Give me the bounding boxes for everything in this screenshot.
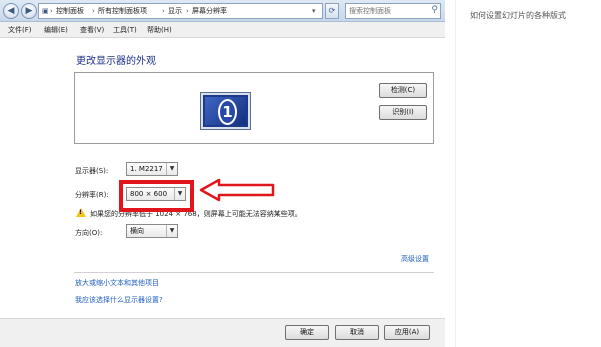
chevron-down-icon[interactable]: ▾ xyxy=(312,5,316,18)
display-select[interactable]: 1. M2217 ▼ xyxy=(126,162,178,176)
chevron-right-icon[interactable]: › xyxy=(92,5,95,18)
display-label: 显示器(S): xyxy=(75,167,109,175)
screen-resolution-window: ◀ ▶ ▣ › 控制面板 › 所有控制面板项 › 显示 › 屏幕分辨率 ▾ ⟳ … xyxy=(0,0,445,347)
annotation-arrow-icon xyxy=(199,178,275,202)
breadcrumb-screen-resolution[interactable]: 屏幕分辨率 xyxy=(192,5,227,18)
search-input[interactable] xyxy=(349,5,424,17)
display-preview-panel: 1 检测(C) 识别(I) xyxy=(74,72,434,144)
warning-icon: ! xyxy=(76,208,86,217)
page-title: 更改显示器的外观 xyxy=(76,56,156,67)
orientation-label: 方向(O): xyxy=(75,229,103,237)
search-icon[interactable]: ⚲ xyxy=(431,5,438,15)
menu-view[interactable]: 查看(V) xyxy=(80,25,104,35)
chevron-right-icon[interactable]: › xyxy=(162,5,165,18)
orientation-value: 横向 xyxy=(130,227,144,235)
orientation-select[interactable]: 横向 ▼ xyxy=(126,224,178,238)
menu-tools[interactable]: 工具(T) xyxy=(113,25,137,35)
detect-button[interactable]: 检测(C) xyxy=(379,83,427,98)
monitor-number: 1 xyxy=(218,99,237,125)
refresh-icon[interactable]: ⟳ xyxy=(325,3,339,19)
advanced-settings-link[interactable]: 高级设置 xyxy=(401,254,429,264)
breadcrumb-display[interactable]: 显示 xyxy=(168,5,182,18)
highlight-box xyxy=(119,180,194,212)
monitor-icon[interactable]: 1 xyxy=(200,92,251,130)
chevron-down-icon: ▼ xyxy=(166,163,177,175)
chevron-right-icon[interactable]: › xyxy=(186,5,189,18)
ok-button[interactable]: 确定 xyxy=(285,325,329,340)
display-value: 1. M2217 xyxy=(130,165,163,173)
address-toolbar: ◀ ▶ ▣ › 控制面板 › 所有控制面板项 › 显示 › 屏幕分辨率 ▾ ⟳ … xyxy=(0,0,445,22)
apply-button[interactable]: 应用(A) xyxy=(384,325,430,340)
text-size-link[interactable]: 放大或缩小文本和其他项目 xyxy=(75,278,159,288)
folder-icon: ▣ xyxy=(42,7,49,15)
page-divider xyxy=(455,0,456,347)
back-arrow-icon[interactable]: ◀ xyxy=(3,3,19,19)
breadcrumb-control-panel[interactable]: 控制面板 xyxy=(56,5,84,18)
search-box[interactable]: ⚲ xyxy=(345,3,441,19)
menu-bar: 文件(F) 编辑(E) 查看(V) 工具(T) 帮助(H) xyxy=(0,22,445,38)
breadcrumb-all-items[interactable]: 所有控制面板项 xyxy=(98,5,147,18)
forward-arrow-icon[interactable]: ▶ xyxy=(21,3,37,19)
menu-edit[interactable]: 编辑(E) xyxy=(44,25,68,35)
cancel-button[interactable]: 取消 xyxy=(335,325,379,340)
menu-file[interactable]: 文件(F) xyxy=(8,25,32,35)
chevron-down-icon: ▼ xyxy=(166,225,177,237)
divider xyxy=(74,272,434,273)
display-settings-help-link[interactable]: 我应该选择什么显示器设置? xyxy=(75,295,163,305)
identify-button[interactable]: 识别(I) xyxy=(379,105,427,120)
address-box[interactable]: ▣ › 控制面板 › 所有控制面板项 › 显示 › 屏幕分辨率 ▾ xyxy=(38,3,323,19)
resolution-label: 分辨率(R): xyxy=(75,191,109,199)
menu-help[interactable]: 帮助(H) xyxy=(147,25,172,35)
monitor-screen: 1 xyxy=(205,97,246,125)
related-article-link[interactable]: 如何设置幻灯片的各种版式 xyxy=(470,10,566,21)
chevron-right-icon[interactable]: › xyxy=(50,5,53,18)
